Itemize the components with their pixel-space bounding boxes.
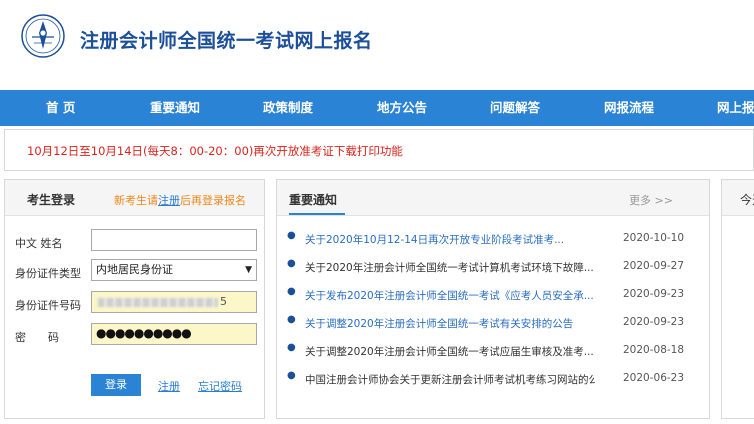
third-panel-title: 今天	[740, 193, 754, 207]
news-item[interactable]: ● 关于2020年10月12-14日再次开放专业阶段考试准考... 2020-1…	[277, 228, 709, 250]
news-panel-header: 重要通知 更多 >>	[277, 180, 709, 216]
register-hint-suffix: 后再登录报名	[180, 194, 246, 207]
name-input[interactable]	[91, 229, 257, 251]
news-item-date: 2020-06-23	[623, 372, 685, 384]
news-item-title[interactable]: 关于发布2020年注册会计师全国统一考试《应考人员安全承...	[305, 288, 595, 303]
nav-online-registration[interactable]: 网上报	[717, 90, 754, 126]
id-number-input[interactable]: 5	[91, 291, 257, 313]
password-label: 密 码	[15, 331, 59, 344]
password-input[interactable]: ●●●●●●●●●●	[91, 323, 257, 345]
notice-bar: 10月12日至10月14日(每天8：00-20：00)再次开放准考证下载打印功能	[4, 129, 754, 171]
id-type-value: 内地居民身份证	[96, 263, 173, 276]
login-button[interactable]: 登录	[91, 374, 141, 396]
news-panel: 重要通知 更多 >> ● 关于2020年10月12-14日再次开放专业阶段考试准…	[276, 179, 710, 419]
notice-text[interactable]: 10月12日至10月14日(每天8：00-20：00)再次开放准考证下载打印功能	[27, 143, 403, 159]
cicpa-logo	[20, 13, 66, 59]
bullet-icon: ●	[287, 230, 296, 241]
login-panel-header: 考生登录 新考生请注册后再登录报名	[5, 180, 264, 216]
bullet-icon: ●	[287, 258, 296, 269]
news-item-date: 2020-09-23	[623, 316, 685, 328]
password-dots: ●●●●●●●●●●	[96, 326, 192, 340]
news-item[interactable]: ● 关于发布2020年注册会计师全国统一考试《应考人员安全承... 2020-0…	[277, 284, 709, 306]
register-hint: 新考生请注册后再登录报名	[114, 192, 246, 208]
forgot-password-link[interactable]: 忘记密码	[198, 378, 242, 394]
register-link[interactable]: 注册	[158, 378, 180, 394]
news-more-link[interactable]: 更多 >>	[629, 192, 673, 208]
nav-local-announcements[interactable]: 地方公告	[377, 90, 427, 126]
nav-registration-process[interactable]: 网报流程	[604, 90, 654, 126]
bullet-icon: ●	[287, 370, 296, 381]
news-item-date: 2020-09-27	[623, 260, 685, 272]
news-item-title[interactable]: 关于调整2020年注册会计师全国统一考试有关安排的公告	[305, 316, 595, 331]
nav-important-notices[interactable]: 重要通知	[150, 90, 200, 126]
name-label: 中文 姓名	[15, 237, 63, 250]
news-item[interactable]: ● 关于调整2020年注册会计师全国统一考试应届生审核及准考... 2020-0…	[277, 340, 709, 362]
news-title[interactable]: 重要通知	[289, 191, 337, 208]
bullet-icon: ●	[287, 286, 296, 297]
id-number-label: 身份证件号码	[15, 299, 81, 312]
news-item-title[interactable]: 关于2020年10月12-14日再次开放专业阶段考试准考...	[305, 232, 595, 247]
news-item[interactable]: ● 关于调整2020年注册会计师全国统一考试有关安排的公告 2020-09-23	[277, 312, 709, 334]
news-item-date: 2020-10-10	[623, 232, 685, 244]
nav-faq[interactable]: 问题解答	[490, 90, 540, 126]
news-item-title[interactable]: 中国注册会计师协会关于更新注册会计师考试机考练习网站的公...	[305, 372, 595, 387]
nav-home[interactable]: 首 页	[46, 90, 75, 126]
third-panel: 今天	[721, 179, 754, 419]
news-title-underline	[289, 213, 345, 215]
id-type-label: 身份证件类型	[15, 267, 81, 280]
id-number-tail: 5	[220, 295, 227, 308]
register-hint-link[interactable]: 注册	[158, 194, 180, 207]
news-item-date: 2020-09-23	[623, 288, 685, 300]
site-title: 注册会计师全国统一考试网上报名	[80, 30, 373, 52]
login-title: 考生登录	[27, 193, 76, 207]
news-item-title[interactable]: 关于2020年注册会计师全国统一考试计算机考试环境下故障...	[305, 260, 595, 275]
news-item-date: 2020-08-18	[623, 344, 685, 356]
news-item[interactable]: ● 关于2020年注册会计师全国统一考试计算机考试环境下故障... 2020-0…	[277, 256, 709, 278]
dropdown-arrow-icon: ▼	[245, 265, 252, 275]
id-number-redacted	[98, 298, 218, 307]
bullet-icon: ●	[287, 314, 296, 325]
register-hint-prefix: 新考生请	[114, 194, 158, 207]
news-item-title[interactable]: 关于调整2020年注册会计师全国统一考试应届生审核及准考...	[305, 344, 595, 359]
news-item[interactable]: ● 中国注册会计师协会关于更新注册会计师考试机考练习网站的公... 2020-0…	[277, 368, 709, 390]
third-panel-header: 今天	[722, 180, 754, 216]
nav-policies[interactable]: 政策制度	[263, 90, 313, 126]
login-panel: 考生登录 新考生请注册后再登录报名 中文 姓名 身份证件类型 内地居民身份证 ▼…	[4, 179, 265, 419]
main-nav: 首 页 重要通知 政策制度 地方公告 问题解答 网报流程 网上报	[0, 90, 754, 126]
site-header: 注册会计师全国统一考试网上报名	[0, 0, 754, 90]
id-type-select[interactable]: 内地居民身份证 ▼	[91, 259, 257, 281]
bullet-icon: ●	[287, 342, 296, 353]
